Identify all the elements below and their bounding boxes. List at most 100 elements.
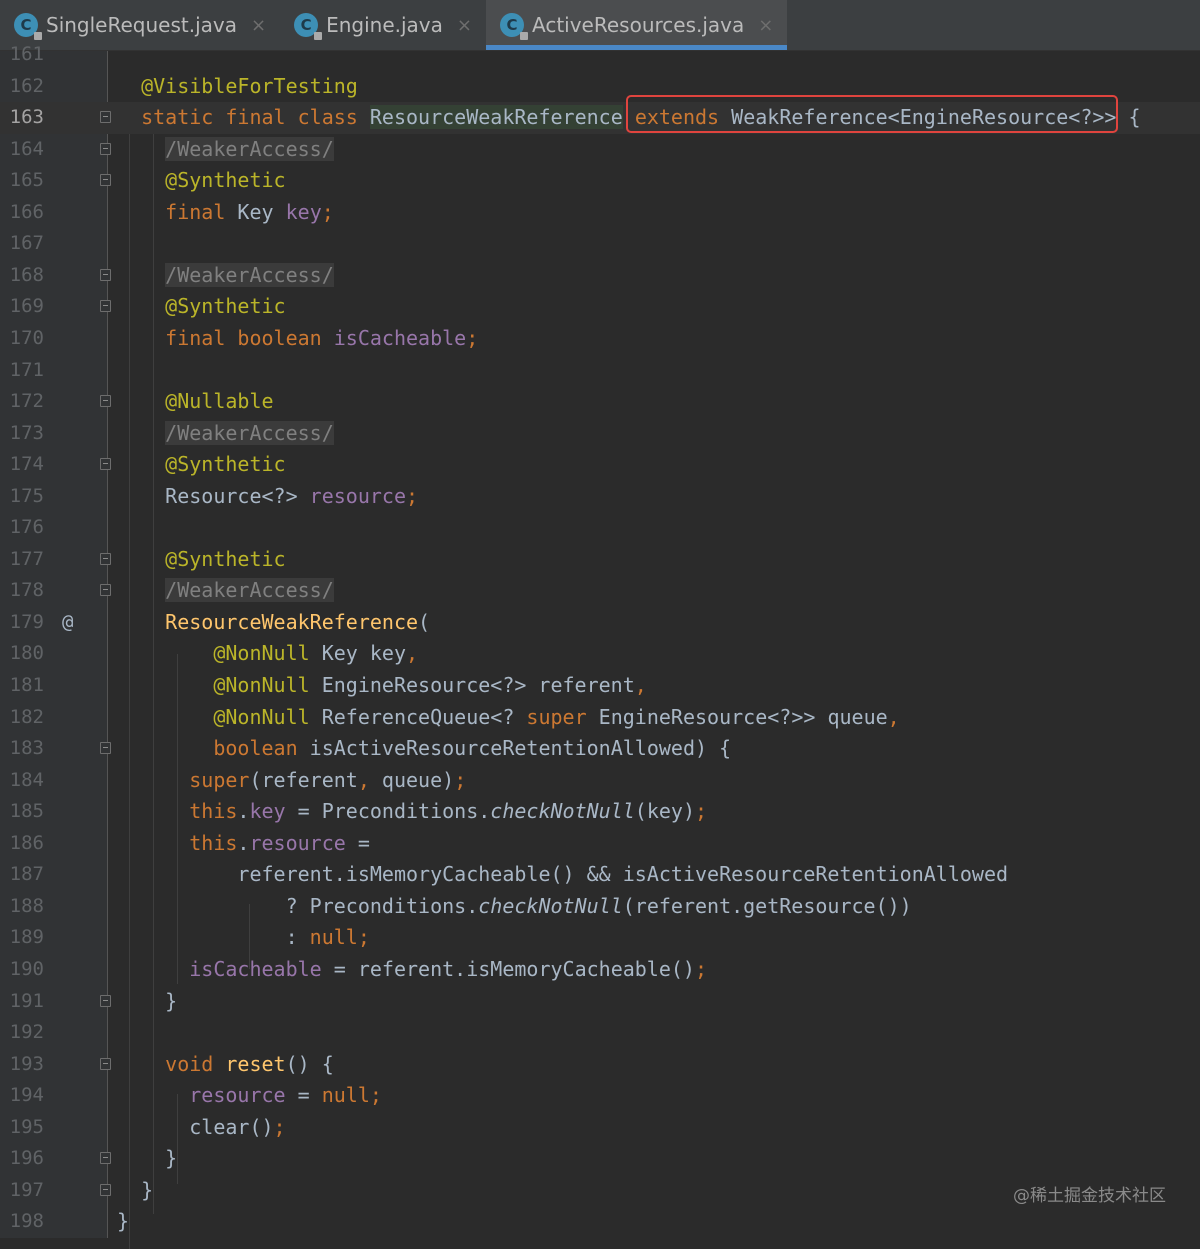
line-number: 192 [9,1021,44,1044]
code-token: Key [225,199,286,224]
code-token: ReferenceQueue<? [309,704,527,729]
close-icon[interactable]: × [251,15,266,36]
code-line: 165 @Synthetic [0,165,1200,197]
code-token: @NonNull [213,704,310,729]
code-text: super(referent, queue); [117,765,466,797]
code-token: ; [454,767,467,792]
fold-toggle-icon[interactable] [100,994,111,1007]
code-line: 191 } [0,986,1200,1018]
override-marker-icon[interactable]: @ [62,607,73,639]
code-token: super [189,767,250,792]
code-text: @Synthetic [117,544,285,576]
code-token: (key) [634,799,696,824]
code-line: 193 void reset() { [0,1049,1200,1081]
fold-toggle-icon[interactable] [100,395,111,408]
code-text: resource = null; [117,1080,382,1112]
code-token: = [285,1083,322,1108]
code-token: super [526,704,587,729]
code-token: this [189,830,238,855]
code-token: @Synthetic [165,452,286,477]
code-token: } [165,988,178,1013]
fold-toggle-icon[interactable] [100,584,111,597]
code-token: @Synthetic [165,294,286,319]
fold-toggle-icon[interactable] [100,142,111,155]
code-token: final [165,199,226,224]
fold-toggle-icon[interactable] [100,1183,111,1196]
code-token: . [237,799,250,824]
code-text: @VisibleForTesting [117,71,358,103]
line-number: 173 [9,421,44,444]
fold-toggle-icon[interactable] [100,174,111,187]
line-number: 198 [9,1210,44,1233]
fold-toggle-icon[interactable] [100,111,111,124]
code-text: @Synthetic [117,449,286,481]
line-number: 196 [9,1147,44,1170]
line-number: 188 [9,894,44,917]
fold-toggle-icon[interactable] [100,552,111,565]
code-token: } [165,1146,178,1171]
code-token: = [345,830,370,855]
highlight-box-extends [626,95,1118,133]
code-token: EngineResource<?>> queue [586,704,888,729]
code-line: 166 final Key key; [0,197,1200,229]
line-number: 176 [9,516,44,539]
line-number: 162 [9,74,44,97]
line-number: 174 [9,453,44,476]
code-token: } [117,1209,130,1234]
line-number: 187 [9,863,44,886]
code-line: 182 @NonNull ReferenceQueue<? super Engi… [0,702,1200,734]
code-token: queue) [369,767,455,792]
code-token: @Synthetic [165,168,286,193]
line-number: 161 [9,43,44,65]
code-text: this.resource = [117,828,370,860]
close-icon[interactable]: × [758,15,773,36]
code-token: void [165,1051,214,1076]
code-text: boolean isActiveResourceRetentionAllowed… [117,733,731,765]
line-number: 195 [9,1115,44,1138]
code-token: /WeakerAccess/ [165,420,334,445]
fold-toggle-icon[interactable] [100,1057,111,1070]
code-token: , [357,767,370,792]
tab-label: SingleRequest.java [46,13,237,37]
code-token: (referent.getResource()) [622,893,912,918]
fold-toggle-icon[interactable] [100,1152,111,1165]
code-text: @Synthetic [117,291,286,323]
fold-toggle-icon[interactable] [100,300,111,313]
line-number: 175 [9,484,44,507]
code-line: 192 [0,1017,1200,1049]
code-token: boolean [213,736,298,761]
code-text: ? Preconditions.checkNotNull(referent.ge… [117,891,912,923]
code-text: this.key = Preconditions.checkNotNull(ke… [117,796,707,828]
line-number: 178 [9,579,44,602]
code-token: ; [406,483,419,508]
code-line: 161 [0,39,1200,71]
code-token: ResourceWeakReference [369,105,623,130]
fold-toggle-icon[interactable] [100,268,111,281]
line-number: 181 [9,674,44,696]
code-token: (referent [249,767,358,792]
code-text: ResourceWeakReference( [117,607,430,639]
code-text: void reset() { [117,1049,334,1081]
code-token: /WeakerAccess/ [165,578,334,603]
code-token: ; [357,925,370,950]
fold-toggle-icon[interactable] [100,742,111,755]
code-text: /WeakerAccess/ [117,260,334,292]
close-icon[interactable]: × [457,15,472,36]
code-token: null [309,925,358,950]
line-number: 193 [9,1052,44,1075]
fold-toggle-icon[interactable] [100,458,111,471]
code-line: 179 @ ResourceWeakReference( [0,607,1200,639]
